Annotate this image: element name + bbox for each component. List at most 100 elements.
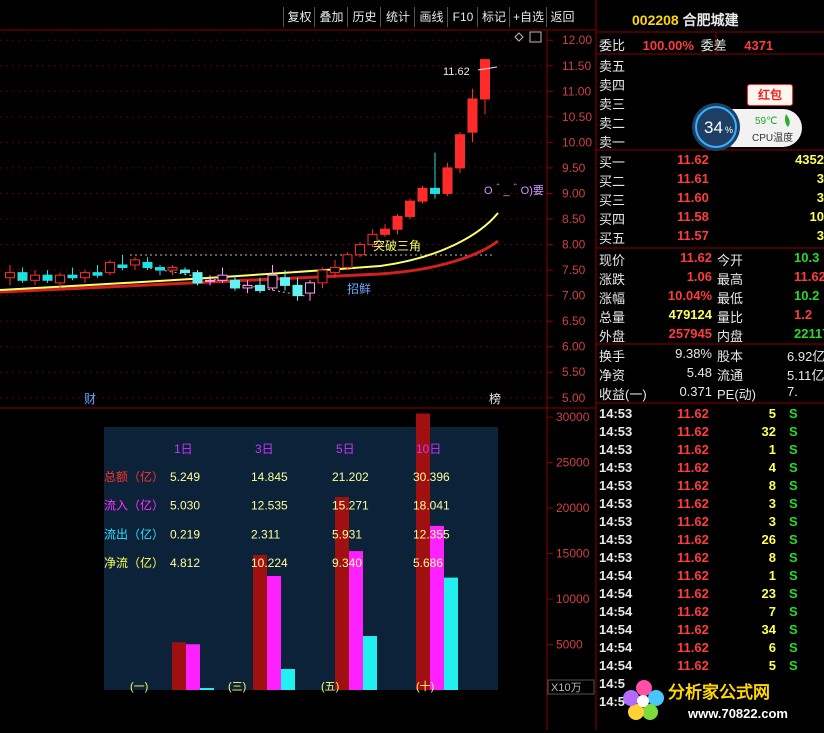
fund-unit-label: X10万 [551,682,582,694]
tick-price: 11.62 [677,604,709,619]
quote-label: 外盘 [599,329,626,344]
candle-body [455,134,465,169]
candle-body [355,244,365,256]
tick-side: S [789,424,798,439]
tick-volume: 6 [768,640,776,655]
buy-label: 买二 [599,174,626,189]
fund-bar [363,636,377,690]
price-tick-label: 12.00 [562,33,592,47]
hongbao-badge[interactable]: 红包 [747,84,793,106]
sell-row: 卖五 [599,56,625,75]
tick-price: 11.62 [677,478,709,493]
tick-side: S [789,442,798,457]
tick-side: S [789,586,798,601]
price-tick-label: 6.00 [562,340,586,354]
stat-row: 收益(一) 0.371 PE(动) 7. [599,384,824,403]
toolbar-button-6[interactable]: 标记 [477,7,510,27]
cpu-temp: 59℃ [755,116,777,127]
tick-row: 14:54 11.62 5 S [599,658,824,673]
tick-time: 14:54 [599,604,633,619]
sell-row: 卖一 [599,132,625,151]
weibi-label: 委比 [599,38,626,53]
candle-body [305,282,315,294]
tick-time: 14:53 [599,460,633,475]
toolbar-button-4[interactable]: 画线 [414,7,448,27]
quote-value-2: 11.62 [794,269,824,284]
cpu-label: CPU温度 [752,131,793,144]
tick-side: S [789,514,798,529]
toolbar-button-2[interactable]: 历史 [347,7,381,27]
toolbar-button-1[interactable]: 叠加 [314,7,348,27]
price-tick-label: 5.50 [562,365,586,379]
tick-time: 14:53 [599,532,633,547]
fund-column-header: 5日 [336,442,355,456]
fund-bar [335,497,349,690]
tick-side: S [789,622,798,637]
fund-cell: 18.041 [413,499,450,513]
quote-label-2: 量比 [717,310,744,325]
stat-value: 0.371 [679,384,712,399]
stat-value: 9.38% [675,346,712,361]
candle-body [80,272,90,279]
quote-value-2: 22117 [794,326,824,341]
fund-row-label: 流入（亿） [104,498,164,513]
quote-value-2: 10.3 [794,250,820,265]
tick-row: 14:54 11.62 1 S [599,568,824,583]
candle-body [317,269,328,284]
tick-row: 14:53 11.62 4 S [599,460,824,475]
stat-label-2: 股本 [717,349,744,364]
fund-cell: 14.845 [251,470,288,484]
tick-row: 14:53 11.62 32 S [599,424,824,439]
toolbar-button-8[interactable]: 返回 [546,7,578,27]
tick-volume: 8 [768,478,776,493]
candle-body [280,277,290,286]
tick-row: 14:54 11.62 6 S [599,640,824,655]
tick-volume: 32 [761,424,776,439]
quote-label: 涨幅 [599,291,626,306]
cpu-percent-unit: % [725,125,733,135]
tick-price: 11.62 [677,568,709,583]
price-axis-ticks: 12.00 11.50 11.00 10.50 10.00 9.50 9.00 8.50 8.0… [547,33,592,405]
tick-price: 11.62 [677,550,709,565]
fund-group-label: (十) [416,679,434,693]
candle-body [217,274,228,281]
cpu-widget[interactable]: 34 % 59℃ CPU温度 [692,99,804,155]
stat-value-2: 7. [787,384,798,399]
candle-body [267,274,278,289]
fund-bar [444,577,458,690]
fund-column-header: 1日 [174,442,193,456]
fund-group-label: (三) [228,681,246,693]
tick-price: 11.62 [677,532,709,547]
fund-tick-label: 25000 [556,456,590,470]
fund-row-label: 流出（亿） [104,526,164,541]
toolbar-button-3[interactable]: 统计 [380,7,415,27]
toolbar-button-0[interactable]: 复权 [283,7,315,27]
toolbar-button-5[interactable]: F10 [447,7,478,27]
stat-label: 净资 [599,368,626,383]
buy-label: 买四 [599,212,626,227]
stock-code: 002208 [632,12,679,28]
tick-side: S [789,478,798,493]
tick-row: 14:53 11.62 8 S [599,550,824,565]
quote-value-2: 1.2 [794,307,813,322]
toolbar-button-7[interactable]: +自选 [509,7,547,27]
buy-row: 买二 11.61 3 [599,171,824,190]
fund-bar [253,554,267,690]
tick-time: 14:54 [599,658,633,673]
tick-time: 14:53 [599,442,633,457]
tick-row: 14:54 11.62 7 S [599,604,824,619]
buy-price: 11.57 [677,228,709,243]
price-tick-label: 9.50 [562,161,586,175]
candle-body [192,272,203,284]
candle-body [380,228,390,235]
tick-side: S [789,532,798,547]
stat-label-2: PE(动) [717,387,757,402]
rank-marker: 榜 [489,391,501,406]
tick-side: S [789,604,798,619]
candle-body [480,59,490,100]
ma-yellow-line [0,212,499,291]
candle-body [442,167,453,194]
weicha-value: 4371 [744,38,774,53]
quote-label: 涨跌 [599,272,626,287]
fund-tick-label: 10000 [556,592,590,606]
